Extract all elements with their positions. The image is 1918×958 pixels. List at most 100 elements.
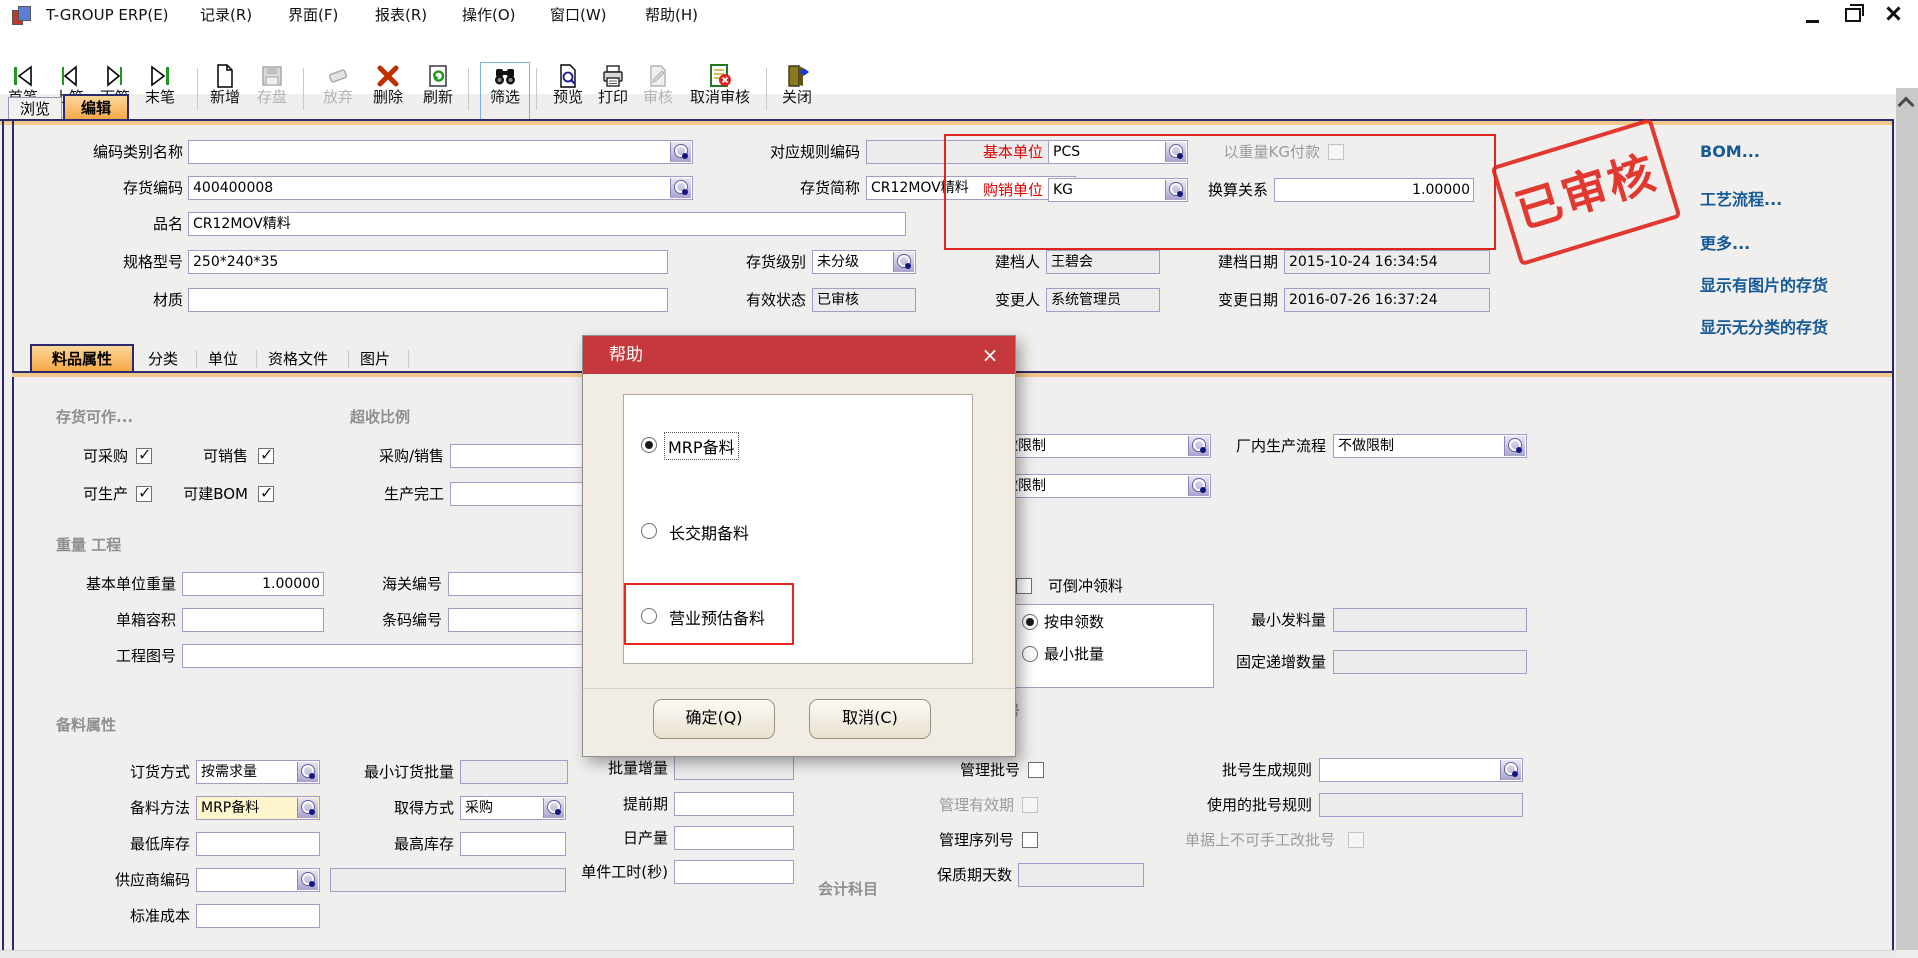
lookup-icon[interactable]	[893, 252, 914, 272]
can-sale-checkbox[interactable]	[258, 448, 274, 464]
by-request-radio[interactable]	[1022, 614, 1038, 630]
subtab-category[interactable]: 分类	[148, 347, 192, 371]
close-form-button[interactable]: 关闭	[774, 63, 820, 121]
material-field[interactable]	[188, 288, 668, 312]
unit-hours-field[interactable]	[674, 860, 794, 884]
cancel-audit-button[interactable]: 取消审核	[682, 63, 758, 121]
lookup-icon[interactable]	[297, 762, 318, 782]
restore-icon[interactable]	[1845, 8, 1861, 22]
lookup-icon[interactable]	[1504, 436, 1525, 456]
close-icon[interactable]	[1886, 6, 1900, 20]
option-mrp-label[interactable]: MRP备料	[665, 433, 738, 459]
menu-interface[interactable]: 界面(F)	[288, 5, 338, 25]
option-mrp-radio[interactable]	[641, 437, 657, 453]
conv-field[interactable]: 1.00000	[1274, 178, 1474, 202]
factory-flow-field[interactable]: 不做限制	[1333, 434, 1527, 458]
lookup-icon[interactable]	[1165, 142, 1186, 162]
option-forecast-label[interactable]: 营业预估备料	[669, 605, 765, 629]
subtab-item-attrs[interactable]: 料品属性	[30, 344, 134, 374]
horizontal-scrollbar[interactable]	[0, 950, 1896, 958]
menu-app[interactable]: T-GROUP ERP(E)	[46, 5, 169, 25]
tab-edit[interactable]: 编辑	[63, 94, 129, 122]
can-bom-checkbox[interactable]	[258, 486, 274, 502]
supplier-field[interactable]	[196, 868, 320, 892]
item-code-field[interactable]: 400400008	[188, 176, 693, 200]
option-long-lead-radio[interactable]	[641, 523, 657, 539]
link-process-flow[interactable]: 工艺流程...	[1700, 186, 1782, 210]
pay-by-kg-checkbox[interactable]	[1328, 144, 1344, 160]
menu-operate[interactable]: 操作(O)	[462, 5, 516, 25]
lookup-icon[interactable]	[297, 798, 318, 818]
min-issue-field[interactable]	[1333, 608, 1527, 632]
backflush-checkbox[interactable]	[1016, 578, 1032, 594]
dialog-close-icon[interactable]: ×	[979, 344, 1001, 366]
minimize-icon[interactable]	[1806, 10, 1819, 23]
link-show-with-images[interactable]: 显示有图片的存货	[1700, 272, 1828, 296]
limit-field-1[interactable]: 不做限制	[985, 434, 1211, 458]
lookup-icon[interactable]	[1188, 476, 1209, 496]
acquire-field[interactable]: 采购	[460, 796, 566, 820]
daily-output-field[interactable]	[674, 826, 794, 850]
trade-unit-field[interactable]: KG	[1048, 178, 1188, 202]
menu-report[interactable]: 报表(R)	[375, 5, 427, 25]
vertical-scrollbar[interactable]	[1896, 88, 1918, 950]
option-forecast-radio[interactable]	[641, 608, 657, 624]
can-produce-checkbox[interactable]	[136, 486, 152, 502]
last-record-button[interactable]: 末笔	[137, 63, 183, 121]
box-volume-field[interactable]	[182, 608, 324, 632]
min-stock-field[interactable]	[196, 832, 320, 856]
new-button[interactable]: 新增	[202, 63, 248, 121]
base-weight-field[interactable]: 1.00000	[182, 572, 324, 596]
dialog-ok-button[interactable]: 确定(Q)	[653, 699, 775, 739]
subtab-unit[interactable]: 单位	[208, 347, 252, 371]
lookup-icon[interactable]	[1188, 436, 1209, 456]
audit-button[interactable]: 审核	[635, 63, 681, 121]
code-category-field[interactable]	[188, 140, 693, 164]
manage-serial-checkbox[interactable]	[1022, 832, 1038, 848]
spec-field[interactable]: 250*240*35	[188, 250, 668, 274]
menu-window[interactable]: 窗口(W)	[550, 5, 607, 25]
manage-expiry-checkbox[interactable]	[1022, 797, 1038, 813]
menu-record[interactable]: 记录(R)	[200, 5, 252, 25]
max-stock-field[interactable]	[460, 832, 566, 856]
batch-inc-field[interactable]	[674, 756, 794, 780]
limit-field-2[interactable]: 不做限制	[985, 474, 1211, 498]
can-purchase-checkbox[interactable]	[136, 448, 152, 464]
std-cost-field[interactable]	[196, 904, 320, 928]
prep-method-field[interactable]: MRP备料	[196, 796, 320, 820]
base-unit-field[interactable]: PCS	[1048, 140, 1188, 164]
subtab-image[interactable]: 图片	[360, 347, 404, 371]
shelf-days-field[interactable]	[1018, 863, 1144, 887]
lookup-icon[interactable]	[297, 870, 318, 890]
lookup-icon[interactable]	[1165, 180, 1186, 200]
min-batch-radio[interactable]	[1022, 646, 1038, 662]
dialog-cancel-button[interactable]: 取消(C)	[809, 699, 931, 739]
manage-batch-checkbox[interactable]	[1028, 762, 1044, 778]
lookup-icon[interactable]	[670, 178, 691, 198]
menu-help[interactable]: 帮助(H)	[645, 5, 698, 25]
no-manual-batch-checkbox[interactable]	[1348, 832, 1364, 848]
lookup-icon[interactable]	[1500, 760, 1521, 780]
link-more[interactable]: 更多...	[1700, 230, 1750, 254]
delete-button[interactable]: 删除	[365, 63, 411, 121]
fixed-inc-field[interactable]	[1333, 650, 1527, 674]
lead-time-field[interactable]	[674, 792, 794, 816]
item-name-field[interactable]: CR12MOV精料	[188, 212, 906, 236]
option-long-lead-label[interactable]: 长交期备料	[669, 520, 749, 544]
preview-button[interactable]: 预览	[545, 63, 591, 121]
refresh-button[interactable]: 刷新	[415, 63, 461, 121]
lookup-icon[interactable]	[670, 142, 691, 162]
scroll-up-icon[interactable]	[1900, 96, 1912, 108]
min-order-field[interactable]	[460, 760, 568, 784]
tab-browse[interactable]: 浏览	[8, 97, 62, 121]
print-button[interactable]: 打印	[590, 63, 636, 121]
save-button[interactable]: 存盘	[249, 63, 295, 121]
level-field[interactable]: 未分级	[812, 250, 916, 274]
link-show-unclassified[interactable]: 显示无分类的存货	[1700, 314, 1828, 338]
filter-button[interactable]: 筛选	[481, 63, 529, 121]
order-mode-field[interactable]: 按需求量	[196, 760, 320, 784]
discard-button[interactable]: 放弃	[315, 63, 361, 121]
subtab-qualification[interactable]: 资格文件	[268, 347, 344, 371]
batch-rule-field[interactable]	[1319, 758, 1523, 782]
link-bom[interactable]: BOM...	[1700, 142, 1760, 161]
